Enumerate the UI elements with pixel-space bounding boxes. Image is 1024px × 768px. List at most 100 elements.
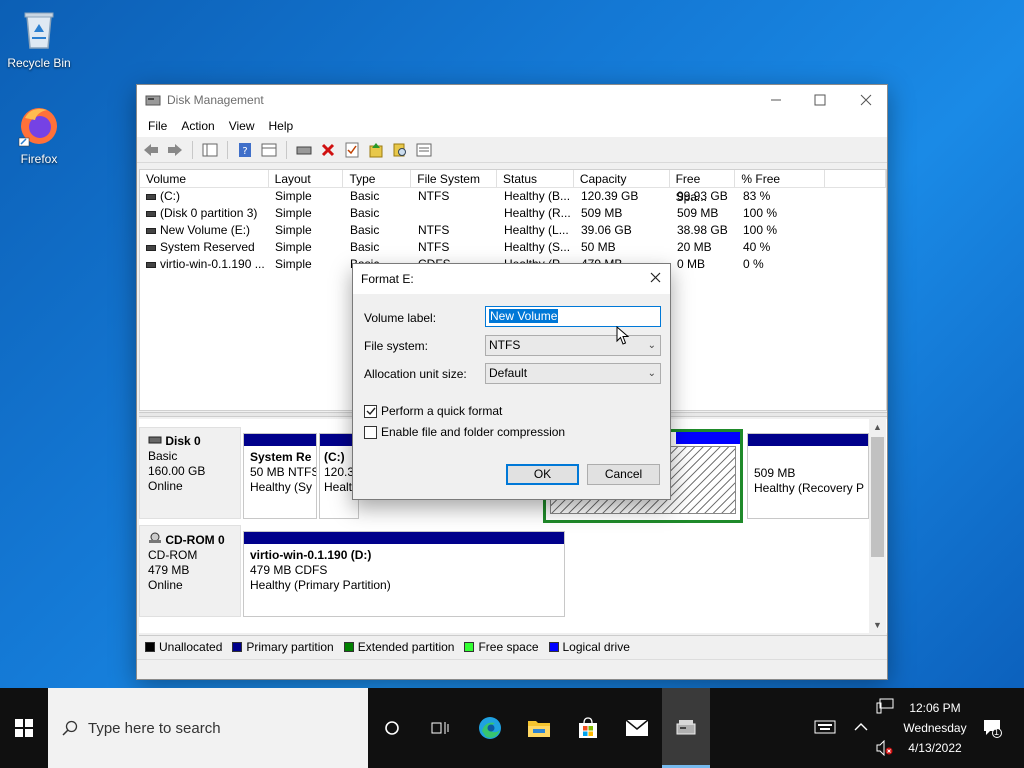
check-button[interactable] xyxy=(342,140,362,160)
recycle-bin-desktop-icon[interactable]: Recycle Bin xyxy=(1,8,77,70)
disk-0-type: Basic xyxy=(148,449,178,463)
network-icon[interactable] xyxy=(876,698,894,717)
properties-view-button[interactable] xyxy=(259,140,279,160)
mail-taskbar-button[interactable] xyxy=(613,688,661,768)
column-header-capacity[interactable]: Capacity xyxy=(574,170,670,187)
task-view-icon xyxy=(431,722,449,734)
quick-format-checkbox[interactable] xyxy=(364,404,377,418)
help-button[interactable]: ? xyxy=(235,140,255,160)
cdrom-0-type: CD-ROM xyxy=(148,548,198,562)
cell-status: Healthy (B... xyxy=(498,188,575,205)
cd-volume-icon xyxy=(146,261,156,268)
task-view-button[interactable] xyxy=(416,688,464,768)
cell-text: 20 MB xyxy=(677,240,712,254)
partition-system-reserved[interactable]: System Re 50 MB NTFS Healthy (Sy xyxy=(243,433,317,519)
volume-muted-icon[interactable] xyxy=(876,739,894,759)
disk-management-taskbar-button[interactable] xyxy=(662,688,710,768)
ok-button[interactable]: OK xyxy=(506,464,579,485)
column-header-status[interactable]: Status xyxy=(497,170,574,187)
title-bar[interactable]: Disk Management xyxy=(137,85,887,115)
scroll-down-icon[interactable]: ▼ xyxy=(869,617,886,633)
cell-text: 99.93 GB xyxy=(677,189,728,203)
minimize-icon xyxy=(771,99,781,101)
compression-checkbox[interactable] xyxy=(364,425,377,439)
cell-volume: New Volume (E:) xyxy=(140,222,269,239)
cell-file-system: NTFS xyxy=(412,188,498,205)
allocation-unit-dropdown[interactable]: Default ⌄ xyxy=(485,363,661,384)
menu-file[interactable]: File xyxy=(141,119,174,133)
quick-format-option[interactable]: Perform a quick format xyxy=(364,404,502,418)
volume-label-input[interactable]: New Volume xyxy=(485,306,661,327)
search-box[interactable]: Type here to search xyxy=(48,688,368,768)
connect-drive-button[interactable] xyxy=(294,140,314,160)
show-hidden-icons-button[interactable] xyxy=(854,720,868,735)
close-button[interactable] xyxy=(843,85,889,115)
disk-icon xyxy=(148,436,162,444)
menu-action[interactable]: Action xyxy=(174,119,221,133)
show-hide-console-tree-button[interactable] xyxy=(200,140,220,160)
clock-day: Wednesday xyxy=(903,721,967,735)
dialog-title-bar[interactable]: Format E: xyxy=(353,264,670,294)
firefox-desktop-icon[interactable]: Firefox xyxy=(1,104,77,166)
store-taskbar-button[interactable] xyxy=(564,688,612,768)
cell-volume: (C:) xyxy=(140,188,269,205)
delete-x-icon xyxy=(321,143,335,156)
column-header-volume[interactable]: Volume xyxy=(140,170,269,187)
file-system-dropdown[interactable]: NTFS ⌄ xyxy=(485,335,661,356)
keyboard-icon[interactable] xyxy=(814,720,836,737)
file-explorer-taskbar-button[interactable] xyxy=(515,688,563,768)
disk-0-label[interactable]: Disk 0 Basic 160.00 GB Online xyxy=(139,427,241,519)
volume-row[interactable]: System Reserved Simple Basic NTFS Healthy (S… xyxy=(140,239,886,256)
mouse-cursor-icon xyxy=(616,326,630,345)
column-header-layout[interactable]: Layout xyxy=(269,170,344,187)
legend-swatch xyxy=(464,641,475,652)
export-button[interactable] xyxy=(366,140,386,160)
volume-label-value: New Volume xyxy=(489,309,559,323)
minimize-button[interactable] xyxy=(753,85,799,115)
cell-volume: (Disk 0 partition 3) xyxy=(140,205,269,222)
vertical-scrollbar[interactable]: ▲ ▼ xyxy=(869,419,886,633)
taskbar: Type here to search 12:06 PM Wednesday 4… xyxy=(0,688,1024,768)
cell-text: 83 % xyxy=(743,189,771,203)
details-button[interactable] xyxy=(414,140,434,160)
partition-d-cdrom[interactable]: virtio-win-0.1.190 (D:) 479 MB CDFS Heal… xyxy=(243,531,565,617)
column-header-percent-free[interactable]: % Free xyxy=(735,170,826,187)
start-button[interactable] xyxy=(0,688,48,768)
compression-option[interactable]: Enable file and folder compression xyxy=(364,425,565,439)
column-header-free-space[interactable]: Free Spa... xyxy=(670,170,736,204)
cell-text: Basic xyxy=(350,206,380,220)
cdrom-0-label[interactable]: CD-ROM 0 CD-ROM 479 MB Online xyxy=(139,525,241,617)
cortana-button[interactable] xyxy=(368,688,416,768)
volume-list-header: Volume Layout Type File System Status Ca… xyxy=(140,170,886,204)
partition-recovery[interactable]: 509 MB Healthy (Recovery P xyxy=(747,433,869,519)
legend-item: Free space xyxy=(464,640,539,654)
cell-capacity: 39.06 GB xyxy=(575,222,671,239)
edge-taskbar-button[interactable] xyxy=(466,688,514,768)
volume-row[interactable]: (C:) Simple Basic NTFS Healthy (B... 120.39 G… xyxy=(140,188,886,205)
maximize-button[interactable] xyxy=(797,85,843,115)
window-title: Disk Management xyxy=(167,93,264,107)
clock[interactable]: 12:06 PM Wednesday 4/13/2022 xyxy=(900,698,970,758)
volume-row[interactable]: (Disk 0 partition 3) Simple Basic Healthy (… xyxy=(140,205,886,222)
volume-row[interactable]: New Volume (E:) Simple Basic NTFS Healthy (L… xyxy=(140,222,886,239)
delete-button[interactable] xyxy=(318,140,338,160)
cell-capacity: 50 MB xyxy=(575,239,671,256)
cancel-button[interactable]: Cancel xyxy=(587,464,660,485)
status-bar xyxy=(137,659,887,679)
forward-button[interactable] xyxy=(165,140,185,160)
menu-view[interactable]: View xyxy=(222,119,262,133)
chevron-down-icon: ⌄ xyxy=(647,368,656,379)
action-center-button[interactable]: 1 xyxy=(982,718,1002,741)
column-header-file-system[interactable]: File System xyxy=(411,170,498,187)
cell-text: Simple xyxy=(275,257,312,271)
cell-text: 38.98 GB xyxy=(677,223,728,237)
scroll-up-icon[interactable]: ▲ xyxy=(869,419,886,435)
search-button[interactable] xyxy=(390,140,410,160)
notification-count: 1 xyxy=(994,727,1000,737)
back-button[interactable] xyxy=(141,140,161,160)
cell-text: NTFS xyxy=(418,189,450,203)
scroll-thumb[interactable] xyxy=(871,437,884,557)
column-header-type[interactable]: Type xyxy=(343,170,412,187)
menu-help[interactable]: Help xyxy=(262,119,301,133)
dialog-close-button[interactable] xyxy=(644,268,666,290)
